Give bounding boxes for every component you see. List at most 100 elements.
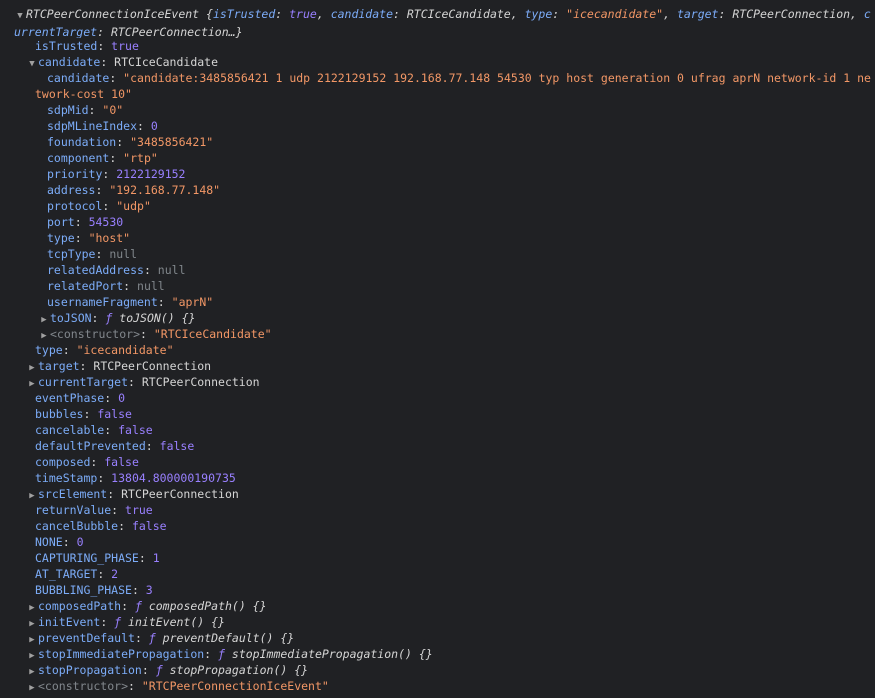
colon: : xyxy=(116,135,131,149)
prop-value: 2122129152 xyxy=(116,167,186,181)
colon: : xyxy=(95,183,110,197)
comma: , xyxy=(316,7,331,21)
candidate-relatedAddress: relatedAddress: null xyxy=(47,262,871,278)
prop-key: stopImmediatePropagation xyxy=(38,647,205,661)
prop-preventDefault[interactable]: ▶ preventDefault: ƒ preventDefault() {} xyxy=(26,630,871,646)
expand-triangle-icon[interactable]: ▶ xyxy=(38,312,50,326)
expand-triangle-icon[interactable]: ▼ xyxy=(26,56,38,70)
candidate-tcpType: tcpType: null xyxy=(47,246,871,262)
function-signature: toJSON() {} xyxy=(119,311,196,325)
expand-triangle-icon[interactable]: ▶ xyxy=(26,616,38,630)
prop-value: RTCPeerConnection xyxy=(121,487,239,501)
expand-triangle-icon[interactable]: ▶ xyxy=(26,376,38,390)
function-f-icon: ƒ xyxy=(114,615,122,629)
colon: : xyxy=(88,103,103,117)
colon: : xyxy=(79,359,94,373)
candidate-sdpMid: sdpMid: "0" xyxy=(47,102,871,118)
prop-value: "host" xyxy=(88,231,131,245)
colon: : xyxy=(104,391,119,405)
prop-value: 1 xyxy=(152,551,160,565)
function-signature: preventDefault() {} xyxy=(162,631,295,645)
expand-triangle-icon[interactable]: ▼ xyxy=(14,8,26,24)
prop-value: false xyxy=(159,439,195,453)
colon: : xyxy=(109,151,124,165)
prop-key: cancelable xyxy=(35,423,105,437)
colon: : xyxy=(90,455,105,469)
colon: : xyxy=(62,535,77,549)
candidate-constructor[interactable]: ▶ <constructor>: "RTCIceCandidate" xyxy=(38,326,871,342)
function-signature: stopImmediatePropagation() {} xyxy=(231,647,433,661)
prop-key: cancelBubble xyxy=(35,519,119,533)
prop-key: stopPropagation xyxy=(38,663,142,677)
prop-cancelable: cancelable: false xyxy=(35,422,871,438)
prop-key: foundation xyxy=(47,135,117,149)
colon: : xyxy=(157,295,172,309)
colon: : xyxy=(128,679,142,693)
colon: : xyxy=(204,647,219,661)
prop-value: "3485856421" xyxy=(130,135,214,149)
function-f-icon: ƒ xyxy=(105,311,113,325)
expand-triangle-icon[interactable]: ▶ xyxy=(26,488,38,502)
expand-triangle-icon[interactable]: ▶ xyxy=(26,360,38,374)
event-object-header[interactable]: ▼ RTCPeerConnectionIceEvent {isTrusted: t… xyxy=(14,6,871,38)
prop-value: null xyxy=(157,263,186,277)
expand-triangle-icon[interactable]: ▶ xyxy=(26,600,38,614)
prop-key: currentTarget xyxy=(38,375,129,389)
prop-target[interactable]: ▶ target: RTCPeerConnection xyxy=(26,358,871,374)
comma: , xyxy=(663,7,677,21)
expand-triangle-icon[interactable]: ▶ xyxy=(26,632,38,646)
prop-value: RTCIceCandidate xyxy=(114,55,219,69)
colon: : xyxy=(97,39,112,53)
prop-value: true xyxy=(125,503,153,517)
prop-value: "icecandidate" xyxy=(76,343,174,357)
candidate-type: type: "host" xyxy=(47,230,871,246)
expand-triangle-icon[interactable]: ▶ xyxy=(26,648,38,662)
prop-value: RTCPeerConnection xyxy=(93,359,212,373)
prop-value: "RTCPeerConnectionIceEvent" xyxy=(141,679,329,693)
expand-triangle-icon[interactable]: ▶ xyxy=(26,680,38,694)
prop-initEvent[interactable]: ▶ initEvent: ƒ initEvent() {} xyxy=(26,614,871,630)
prop-value: 0 xyxy=(118,391,126,405)
prop-stopPropagation[interactable]: ▶ stopPropagation: ƒ stopPropagation() {} xyxy=(26,662,871,678)
prop-value: 3 xyxy=(145,583,153,597)
prop-value: "192.168.77.148" xyxy=(109,183,221,197)
prop-key: priority xyxy=(47,167,103,181)
expand-triangle-icon[interactable]: ▶ xyxy=(26,664,38,678)
colon: : xyxy=(138,551,153,565)
function-signature: initEvent() {} xyxy=(128,615,225,629)
prop-srcElement[interactable]: ▶ srcElement: RTCPeerConnection xyxy=(26,486,871,502)
prop-key: sdpMLineIndex xyxy=(47,119,138,133)
prop-currentTarget[interactable]: ▶ currentTarget: RTCPeerConnection xyxy=(26,374,871,390)
prop-value: null xyxy=(109,247,138,261)
prop-stopImmediatePropagation[interactable]: ▶ stopImmediatePropagation: ƒ stopImmedia… xyxy=(26,646,871,662)
prop-composedPath[interactable]: ▶ composedPath: ƒ composedPath() {} xyxy=(26,598,871,614)
prop-key: bubbles xyxy=(35,407,84,421)
event-class-name: RTCPeerConnectionIceEvent xyxy=(26,7,200,21)
comma: , xyxy=(850,7,864,21)
colon: : xyxy=(97,567,112,581)
candidate-toJSON[interactable]: ▶ toJSON: ƒ toJSON() {} xyxy=(38,310,871,326)
prop-key: preventDefault xyxy=(38,631,135,645)
prop-defaultPrevented: defaultPrevented: false xyxy=(35,438,871,454)
colon: : xyxy=(111,503,126,517)
prop-key: srcElement xyxy=(38,487,108,501)
prop-key: composedPath xyxy=(38,599,122,613)
colon: : xyxy=(145,439,160,453)
function-f-icon: ƒ xyxy=(134,599,142,613)
prop-key: composed xyxy=(35,455,91,469)
preview-value: RTCPeerConnection xyxy=(732,7,851,21)
colon: : xyxy=(100,55,115,69)
prop-NONE: NONE: 0 xyxy=(35,534,871,550)
prop-candidate[interactable]: ▼ candidate: RTCIceCandidate xyxy=(26,54,871,70)
preview-value: true xyxy=(289,7,317,21)
expand-triangle-icon[interactable]: ▶ xyxy=(38,328,50,342)
prop-isTrusted: isTrusted: true xyxy=(35,38,871,54)
colon: : xyxy=(140,327,154,341)
prop-eventPhase: eventPhase: 0 xyxy=(35,390,871,406)
colon: : xyxy=(118,519,132,533)
preview-key: target xyxy=(676,7,719,21)
candidate-usernameFragment: usernameFragment: "aprN" xyxy=(47,294,871,310)
colon: : xyxy=(62,343,77,357)
prop-constructor[interactable]: ▶ <constructor>: "RTCPeerConnectionIceEve… xyxy=(26,678,871,694)
prop-key: usernameFragment xyxy=(47,295,158,309)
